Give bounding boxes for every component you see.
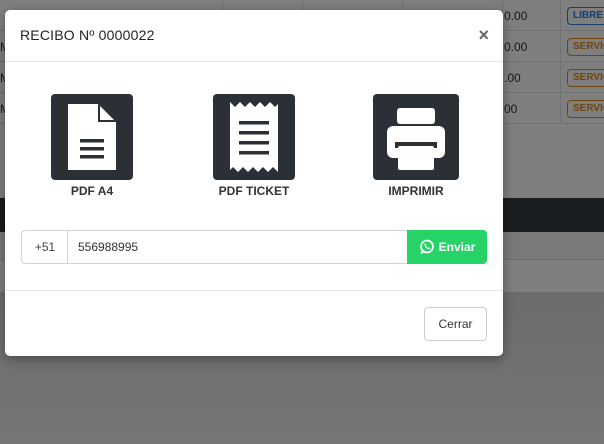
pdf-a4-button[interactable] bbox=[51, 94, 133, 180]
receipt-modal: RECIBO Nº 0000022 × PDF A4 PDF TICKET IM… bbox=[5, 10, 503, 356]
close-button[interactable]: Cerrar bbox=[424, 307, 487, 341]
file-icon bbox=[68, 104, 116, 170]
receipt-icon bbox=[230, 102, 278, 172]
pdf-ticket-label: PDF TICKET bbox=[218, 184, 290, 198]
print-button[interactable] bbox=[373, 94, 459, 180]
whatsapp-send-group: +51 Enviar bbox=[21, 230, 487, 264]
pdf-a4-option[interactable]: PDF A4 bbox=[51, 94, 133, 198]
pdf-ticket-option[interactable]: PDF TICKET bbox=[213, 94, 295, 198]
print-option[interactable]: IMPRIMIR bbox=[373, 94, 459, 198]
printer-icon bbox=[387, 108, 445, 170]
pdf-ticket-button[interactable] bbox=[213, 94, 295, 180]
whatsapp-icon bbox=[419, 239, 434, 254]
country-code-prefix: +51 bbox=[21, 230, 68, 264]
modal-header: RECIBO Nº 0000022 × bbox=[5, 10, 503, 62]
modal-title: RECIBO Nº 0000022 bbox=[20, 27, 155, 43]
send-whatsapp-button[interactable]: Enviar bbox=[407, 230, 487, 264]
close-icon[interactable]: × bbox=[478, 25, 489, 45]
modal-footer: Cerrar bbox=[5, 290, 503, 356]
phone-input[interactable] bbox=[67, 230, 408, 264]
pdf-a4-label: PDF A4 bbox=[70, 184, 114, 198]
print-label: IMPRIMIR bbox=[388, 184, 444, 198]
send-label: Enviar bbox=[438, 240, 476, 254]
